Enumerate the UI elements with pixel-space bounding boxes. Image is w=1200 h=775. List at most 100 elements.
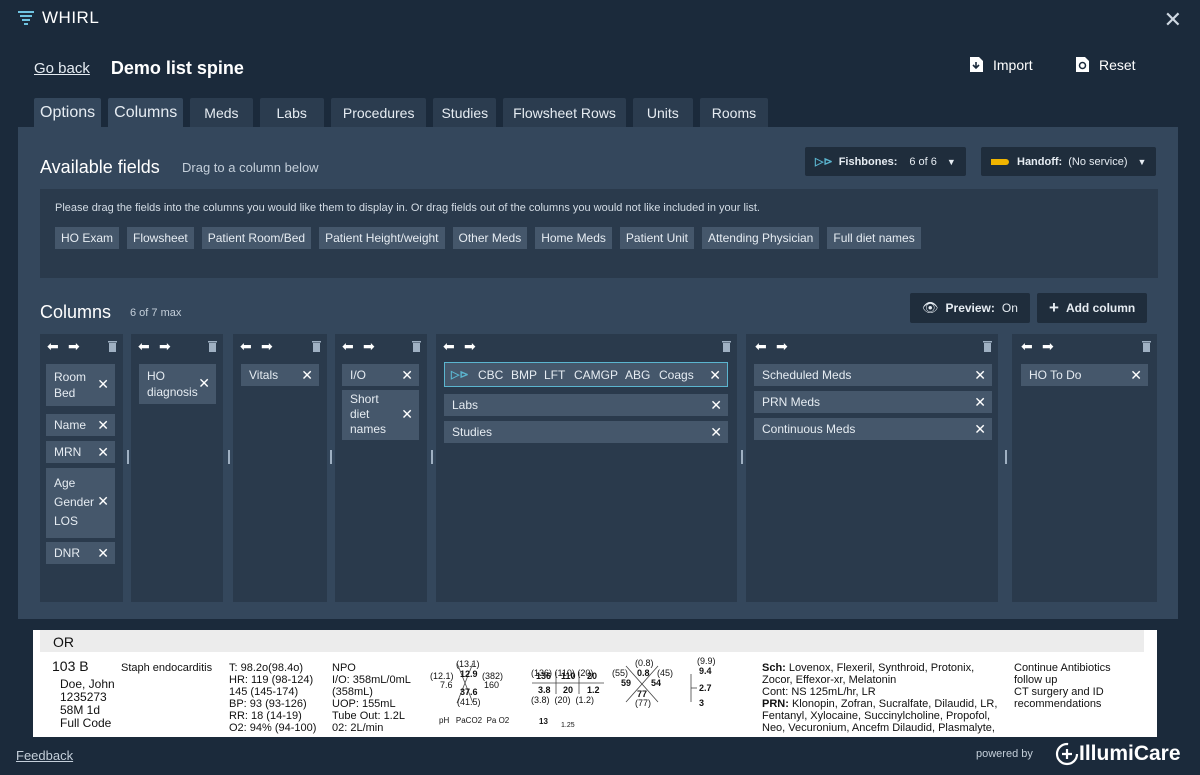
arrow-left-icon[interactable]: ⬅ xyxy=(342,338,354,355)
column-field-continuous-meds[interactable]: Continuous Meds ✕ xyxy=(754,418,992,440)
trash-icon[interactable] xyxy=(1142,341,1151,352)
trash-icon[interactable] xyxy=(722,341,731,352)
field-chip-home-meds[interactable]: Home Meds xyxy=(535,227,612,249)
close-icon[interactable]: ✕ xyxy=(401,367,413,384)
arrow-right-icon[interactable]: ➡ xyxy=(363,338,375,355)
close-icon[interactable]: ✕ xyxy=(1164,9,1182,31)
go-back-link[interactable]: Go back xyxy=(34,60,90,77)
preview-patient: Doe, John 1235273 58M 1d Full Code xyxy=(60,677,115,730)
tab-labs[interactable]: Labs xyxy=(259,98,324,128)
field-chip-attending-physician[interactable]: Attending Physician xyxy=(701,227,820,249)
column-resize-handle[interactable] xyxy=(330,450,332,464)
arrow-left-icon[interactable]: ⬅ xyxy=(755,338,767,355)
close-icon[interactable]: ✕ xyxy=(97,417,109,434)
tab-rooms[interactable]: Rooms xyxy=(699,98,769,128)
column-field-room-bed[interactable]: Room Bed ✕ xyxy=(46,364,115,406)
trash-icon[interactable] xyxy=(208,341,217,352)
tab-options[interactable]: Options xyxy=(34,98,102,128)
arrow-right-icon[interactable]: ➡ xyxy=(1042,338,1054,355)
tab-procedures[interactable]: Procedures xyxy=(330,98,427,128)
close-icon[interactable]: ✕ xyxy=(709,367,721,384)
field-chip-flowsheet[interactable]: Flowsheet xyxy=(127,227,194,249)
close-icon[interactable]: ✕ xyxy=(97,444,109,461)
list-column-5: ⬅ ➡ ▷⊳ CBC BMP LFT CAMGP ABG Coags ✕ Lab… xyxy=(436,334,743,602)
tab-flowsheet-rows[interactable]: Flowsheet Rows xyxy=(503,98,626,128)
trash-icon[interactable] xyxy=(983,341,992,352)
preview-abg: pH PaCO2 Pa O2 13 1.25 xyxy=(439,716,575,729)
column-resize-handle[interactable] xyxy=(127,450,129,464)
column-field-labs[interactable]: Labs ✕ xyxy=(444,394,728,416)
field-chip-patient-room-bed[interactable]: Patient Room/Bed xyxy=(201,227,312,249)
column-field-scheduled-meds[interactable]: Scheduled Meds ✕ xyxy=(754,364,992,386)
arrow-right-icon[interactable]: ➡ xyxy=(159,338,171,355)
app-logo: WHIRL xyxy=(16,8,99,28)
reset-button[interactable]: Reset xyxy=(1075,56,1136,73)
arrow-left-icon[interactable]: ⬅ xyxy=(240,338,252,355)
fishbone-bmp: BMP xyxy=(511,368,538,382)
column-field-ho-diagnosis[interactable]: HO diagnosis ✕ xyxy=(139,364,216,404)
column-field-prn-meds[interactable]: PRN Meds ✕ xyxy=(754,391,992,413)
tab-studies[interactable]: Studies xyxy=(433,98,497,128)
arrow-right-icon[interactable]: ➡ xyxy=(464,338,476,355)
fishbones-label: Fishbones: xyxy=(838,155,898,168)
close-icon[interactable]: ✕ xyxy=(974,394,986,411)
arrow-left-icon[interactable]: ⬅ xyxy=(47,338,59,355)
column-field-short-diet-names[interactable]: Short diet names ✕ xyxy=(342,390,419,440)
fishbone-camgp: CAMGP xyxy=(574,368,619,382)
close-icon[interactable]: ✕ xyxy=(97,493,109,510)
trash-icon[interactable] xyxy=(412,341,421,352)
arrow-right-icon[interactable]: ➡ xyxy=(776,338,788,355)
column-resize-handle[interactable] xyxy=(741,450,743,464)
column-field-mrn[interactable]: MRN ✕ xyxy=(46,441,115,463)
close-icon[interactable]: ✕ xyxy=(974,367,986,384)
column-field-dnr[interactable]: DNR ✕ xyxy=(46,542,115,564)
close-icon[interactable]: ✕ xyxy=(198,375,210,392)
column-resize-handle[interactable] xyxy=(431,450,433,464)
close-icon[interactable]: ✕ xyxy=(974,421,986,438)
column-resize-handle[interactable] xyxy=(1005,450,1007,464)
close-icon[interactable]: ✕ xyxy=(401,406,413,423)
column-field-ho-to-do[interactable]: HO To Do ✕ xyxy=(1021,364,1148,386)
arrow-left-icon[interactable]: ⬅ xyxy=(443,338,455,355)
add-column-button[interactable]: + Add column xyxy=(1037,293,1148,323)
fishbones-dropdown[interactable]: ▷⊳ Fishbones: 6 of 6 ▼ xyxy=(805,147,966,176)
import-button[interactable]: Import xyxy=(969,56,1033,73)
app-name: WHIRL xyxy=(42,8,100,27)
trash-icon[interactable] xyxy=(108,341,117,352)
column-field-io[interactable]: I/O ✕ xyxy=(342,364,419,386)
column-field-studies[interactable]: Studies ✕ xyxy=(444,421,728,443)
tab-units[interactable]: Units xyxy=(632,98,693,128)
available-fields-hint: Drag to a column below xyxy=(182,160,319,175)
close-icon[interactable]: ✕ xyxy=(1130,367,1142,384)
top-bar: WHIRL ✕ xyxy=(0,0,1200,40)
field-chip-patient-height-weight[interactable]: Patient Height/weight xyxy=(319,227,445,249)
arrow-right-icon[interactable]: ➡ xyxy=(68,338,80,355)
field-chip-patient-unit[interactable]: Patient Unit xyxy=(619,227,694,249)
arrow-right-icon[interactable]: ➡ xyxy=(261,338,273,355)
close-icon[interactable]: ✕ xyxy=(710,397,722,414)
column-field-name[interactable]: Name ✕ xyxy=(46,414,115,436)
column-resize-handle[interactable] xyxy=(228,450,230,464)
close-icon[interactable]: ✕ xyxy=(97,376,109,393)
arrow-left-icon[interactable]: ⬅ xyxy=(1021,338,1033,355)
column-field-age-gender-los[interactable]: Age Gender LOS ✕ xyxy=(46,468,115,538)
tab-meds[interactable]: Meds xyxy=(190,98,253,128)
list-column-7: ⬅ ➡ HO To Do ✕ xyxy=(1012,334,1157,602)
trash-icon[interactable] xyxy=(312,341,321,352)
close-icon[interactable]: ✕ xyxy=(301,367,313,384)
arrow-left-icon[interactable]: ⬅ xyxy=(138,338,150,355)
close-icon[interactable]: ✕ xyxy=(710,424,722,441)
column-header: ⬅ ➡ xyxy=(335,334,427,358)
field-chip-other-meds[interactable]: Other Meds xyxy=(452,227,528,249)
column-field-vitals[interactable]: Vitals ✕ xyxy=(241,364,319,386)
close-icon[interactable]: ✕ xyxy=(97,545,109,562)
feedback-link[interactable]: Feedback xyxy=(16,748,73,763)
column-field-fishbones[interactable]: ▷⊳ CBC BMP LFT CAMGP ABG Coags ✕ xyxy=(444,362,728,387)
tab-columns[interactable]: Columns xyxy=(108,98,184,128)
preview-meds: Sch: Lovenox, Flexeril, Synthroid, Proto… xyxy=(762,662,998,734)
handoff-dropdown[interactable]: Handoff: (No service) ▼ xyxy=(981,147,1157,176)
brand-name: IllumiCare xyxy=(1079,742,1181,765)
preview-toggle-button[interactable]: 👁 Preview: On xyxy=(910,293,1030,323)
field-chip-ho-exam[interactable]: HO Exam xyxy=(55,227,120,249)
field-chip-full-diet-names[interactable]: Full diet names xyxy=(827,227,921,249)
